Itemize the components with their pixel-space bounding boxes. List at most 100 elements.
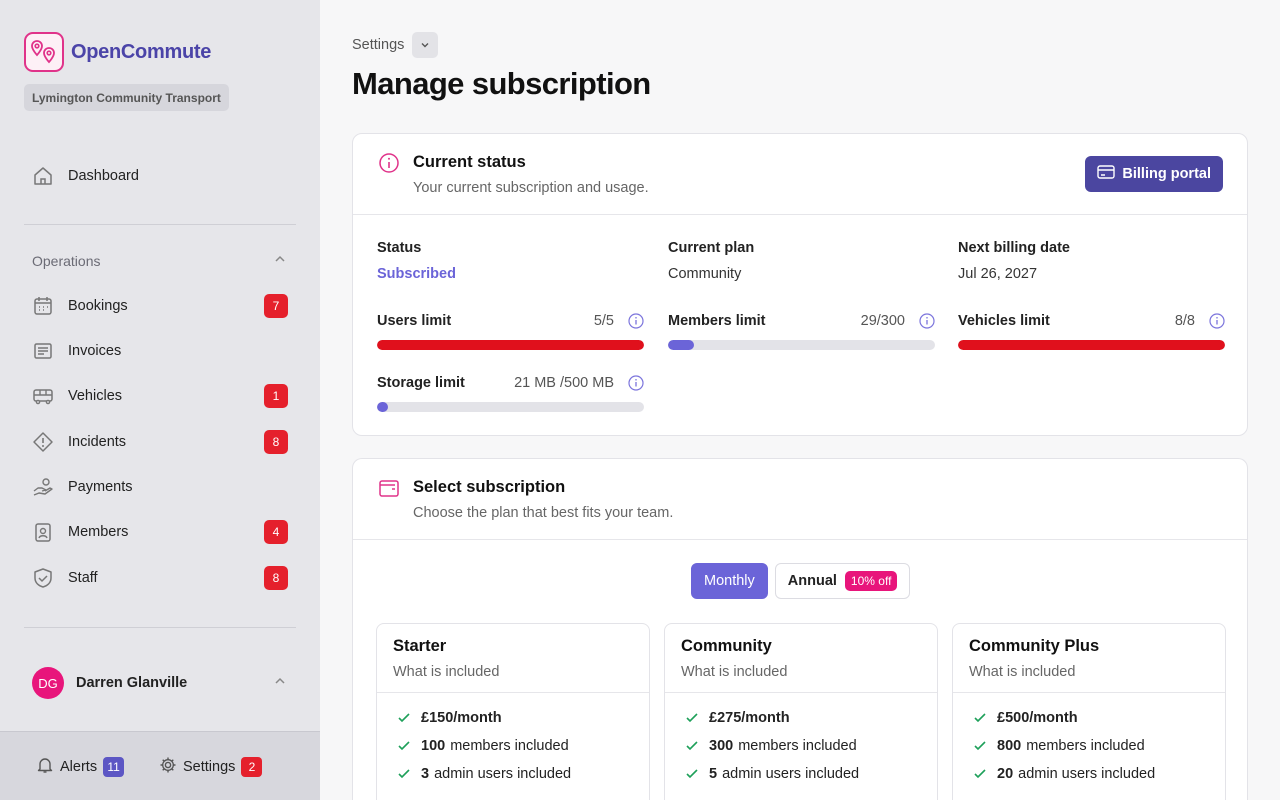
feature-text: members included <box>738 738 857 754</box>
sidebar-divider <box>24 627 296 628</box>
staff-count-badge: 8 <box>264 566 288 590</box>
breadcrumb-settings[interactable]: Settings <box>352 37 404 53</box>
bus-icon <box>32 385 54 407</box>
plan-feature: 100 members included <box>397 738 569 754</box>
limit-label: Users limit <box>377 313 452 329</box>
check-icon <box>686 769 698 779</box>
chevron-up-icon <box>274 674 286 692</box>
current-plan-stat: Current plan Community <box>668 240 935 282</box>
feature-value: 3 <box>421 766 430 782</box>
alerts-count-badge: 11 <box>103 757 125 777</box>
feature-value: 300 <box>709 738 734 754</box>
breadcrumb-dropdown-button[interactable] <box>412 32 439 58</box>
sidebar-item-bookings[interactable]: Bookings 7 <box>24 288 296 324</box>
limit-label: Storage limit <box>377 375 465 391</box>
feature-text: admin users included <box>1018 766 1156 782</box>
id-badge-icon <box>32 521 54 543</box>
current-plan-label: Current plan <box>668 240 755 256</box>
page-title: Manage subscription <box>352 66 651 101</box>
settings-count-badge: 2 <box>241 757 263 777</box>
members-limit-bar <box>668 340 935 350</box>
plan-feature: 800 members included <box>973 738 1145 754</box>
sidebar-item-label: Incidents <box>68 434 127 450</box>
vehicles-limit: Vehicles limit 8/8 <box>958 310 1225 350</box>
sidebar-item-incidents[interactable]: Incidents 8 <box>24 424 296 460</box>
sidebar-item-label: Staff <box>68 570 98 586</box>
plan-card-community[interactable]: Community What is included £275/month 30… <box>664 623 938 800</box>
status-badge: Subscribed <box>377 266 456 282</box>
plan-card-starter[interactable]: Starter What is included £150/month 100 m… <box>376 623 650 800</box>
select-subscription-title: Select subscription <box>413 478 566 496</box>
plan-title: Starter <box>393 637 447 655</box>
limit-value: 29/300 <box>860 313 905 329</box>
users-limit: Users limit 5/5 <box>377 310 644 350</box>
current-status-header: Current status Your current subscription… <box>353 134 1247 215</box>
sidebar-item-payments[interactable]: Payments <box>24 469 296 505</box>
sidebar-footer: Alerts 11 Settings 2 <box>0 731 320 800</box>
limit-value: 21 MB /500 MB <box>514 375 614 391</box>
plan-title: Community Plus <box>969 637 1100 655</box>
sidebar-item-dashboard[interactable]: Dashboard <box>24 158 296 194</box>
feature-value: £500/month <box>997 710 1078 726</box>
plan-feature: 5 admin users included <box>685 766 859 782</box>
plan-feature: 3 admin users included <box>397 766 571 782</box>
plan-subtitle: What is included <box>969 664 1076 680</box>
storage-limit-fill <box>377 402 389 412</box>
info-icon[interactable] <box>919 313 935 329</box>
feature-text: admin users included <box>434 766 572 782</box>
incidents-count-badge: 8 <box>264 430 288 454</box>
sidebar-item-staff[interactable]: Staff 8 <box>24 560 296 596</box>
app-logo[interactable]: OpenCommute <box>24 32 211 72</box>
sidebar-item-label: Invoices <box>68 343 122 359</box>
check-icon <box>686 741 698 751</box>
info-icon[interactable] <box>628 313 644 329</box>
check-icon <box>398 769 410 779</box>
operations-section-toggle[interactable]: Operations <box>24 247 296 275</box>
sidebar-item-vehicles[interactable]: Vehicles 1 <box>24 378 296 414</box>
info-icon[interactable] <box>628 375 644 391</box>
credit-card-icon <box>1097 165 1116 183</box>
vehicles-limit-bar <box>958 340 1225 350</box>
receipt-icon <box>32 340 54 362</box>
plan-card-community-plus[interactable]: Community Plus What is included £500/mon… <box>952 623 1226 800</box>
settings-button[interactable]: Settings 2 <box>159 756 263 778</box>
alerts-button[interactable]: Alerts 11 <box>36 756 125 778</box>
annual-tab[interactable]: Annual 10% off <box>774 563 911 599</box>
app-name: OpenCommute <box>71 40 212 63</box>
members-count-badge: 4 <box>264 520 288 544</box>
limit-label: Members limit <box>668 313 766 329</box>
storage-limit-bar <box>377 402 644 412</box>
select-subscription-card: Select subscription Choose the plan that… <box>352 458 1248 800</box>
info-icon[interactable] <box>1209 313 1225 329</box>
feature-value: £150/month <box>421 710 502 726</box>
plan-feature: 300 members included <box>685 738 857 754</box>
sidebar-item-label: Dashboard <box>68 168 139 184</box>
feature-value: £275/month <box>709 710 790 726</box>
members-limit-fill <box>668 340 694 350</box>
sidebar-item-invoices[interactable]: Invoices <box>24 333 296 369</box>
user-name: Darren Glanville <box>76 675 188 691</box>
calendar-icon <box>32 295 54 317</box>
users-limit-bar <box>377 340 644 350</box>
plan-feature: 20 admin users included <box>973 766 1155 782</box>
current-status-subtitle: Your current subscription and usage. <box>413 180 649 196</box>
billing-period-toggle: Monthly Annual 10% off <box>691 563 911 601</box>
check-icon <box>686 713 698 723</box>
alert-diamond-icon <box>32 431 54 453</box>
chevron-down-icon <box>421 43 429 48</box>
sidebar-item-label: Members <box>68 524 129 540</box>
feature-text: members included <box>450 738 569 754</box>
sidebar-item-members[interactable]: Members 4 <box>24 514 296 550</box>
organization-badge[interactable]: Lymington Community Transport <box>24 84 229 111</box>
hand-coins-icon <box>32 476 54 498</box>
next-billing-label: Next billing date <box>958 240 1070 256</box>
next-billing-value: Jul 26, 2027 <box>958 266 1038 282</box>
billing-portal-button[interactable]: Billing portal <box>1085 156 1223 192</box>
monthly-tab[interactable]: Monthly <box>691 563 768 599</box>
user-menu[interactable]: DG Darren Glanville <box>24 666 296 700</box>
wallet-icon <box>377 476 401 500</box>
operations-section-label: Operations <box>32 253 101 269</box>
storage-limit: Storage limit 21 MB /500 MB <box>377 372 644 412</box>
status-label: Status <box>377 240 422 256</box>
plan-feature: £150/month <box>397 710 507 726</box>
